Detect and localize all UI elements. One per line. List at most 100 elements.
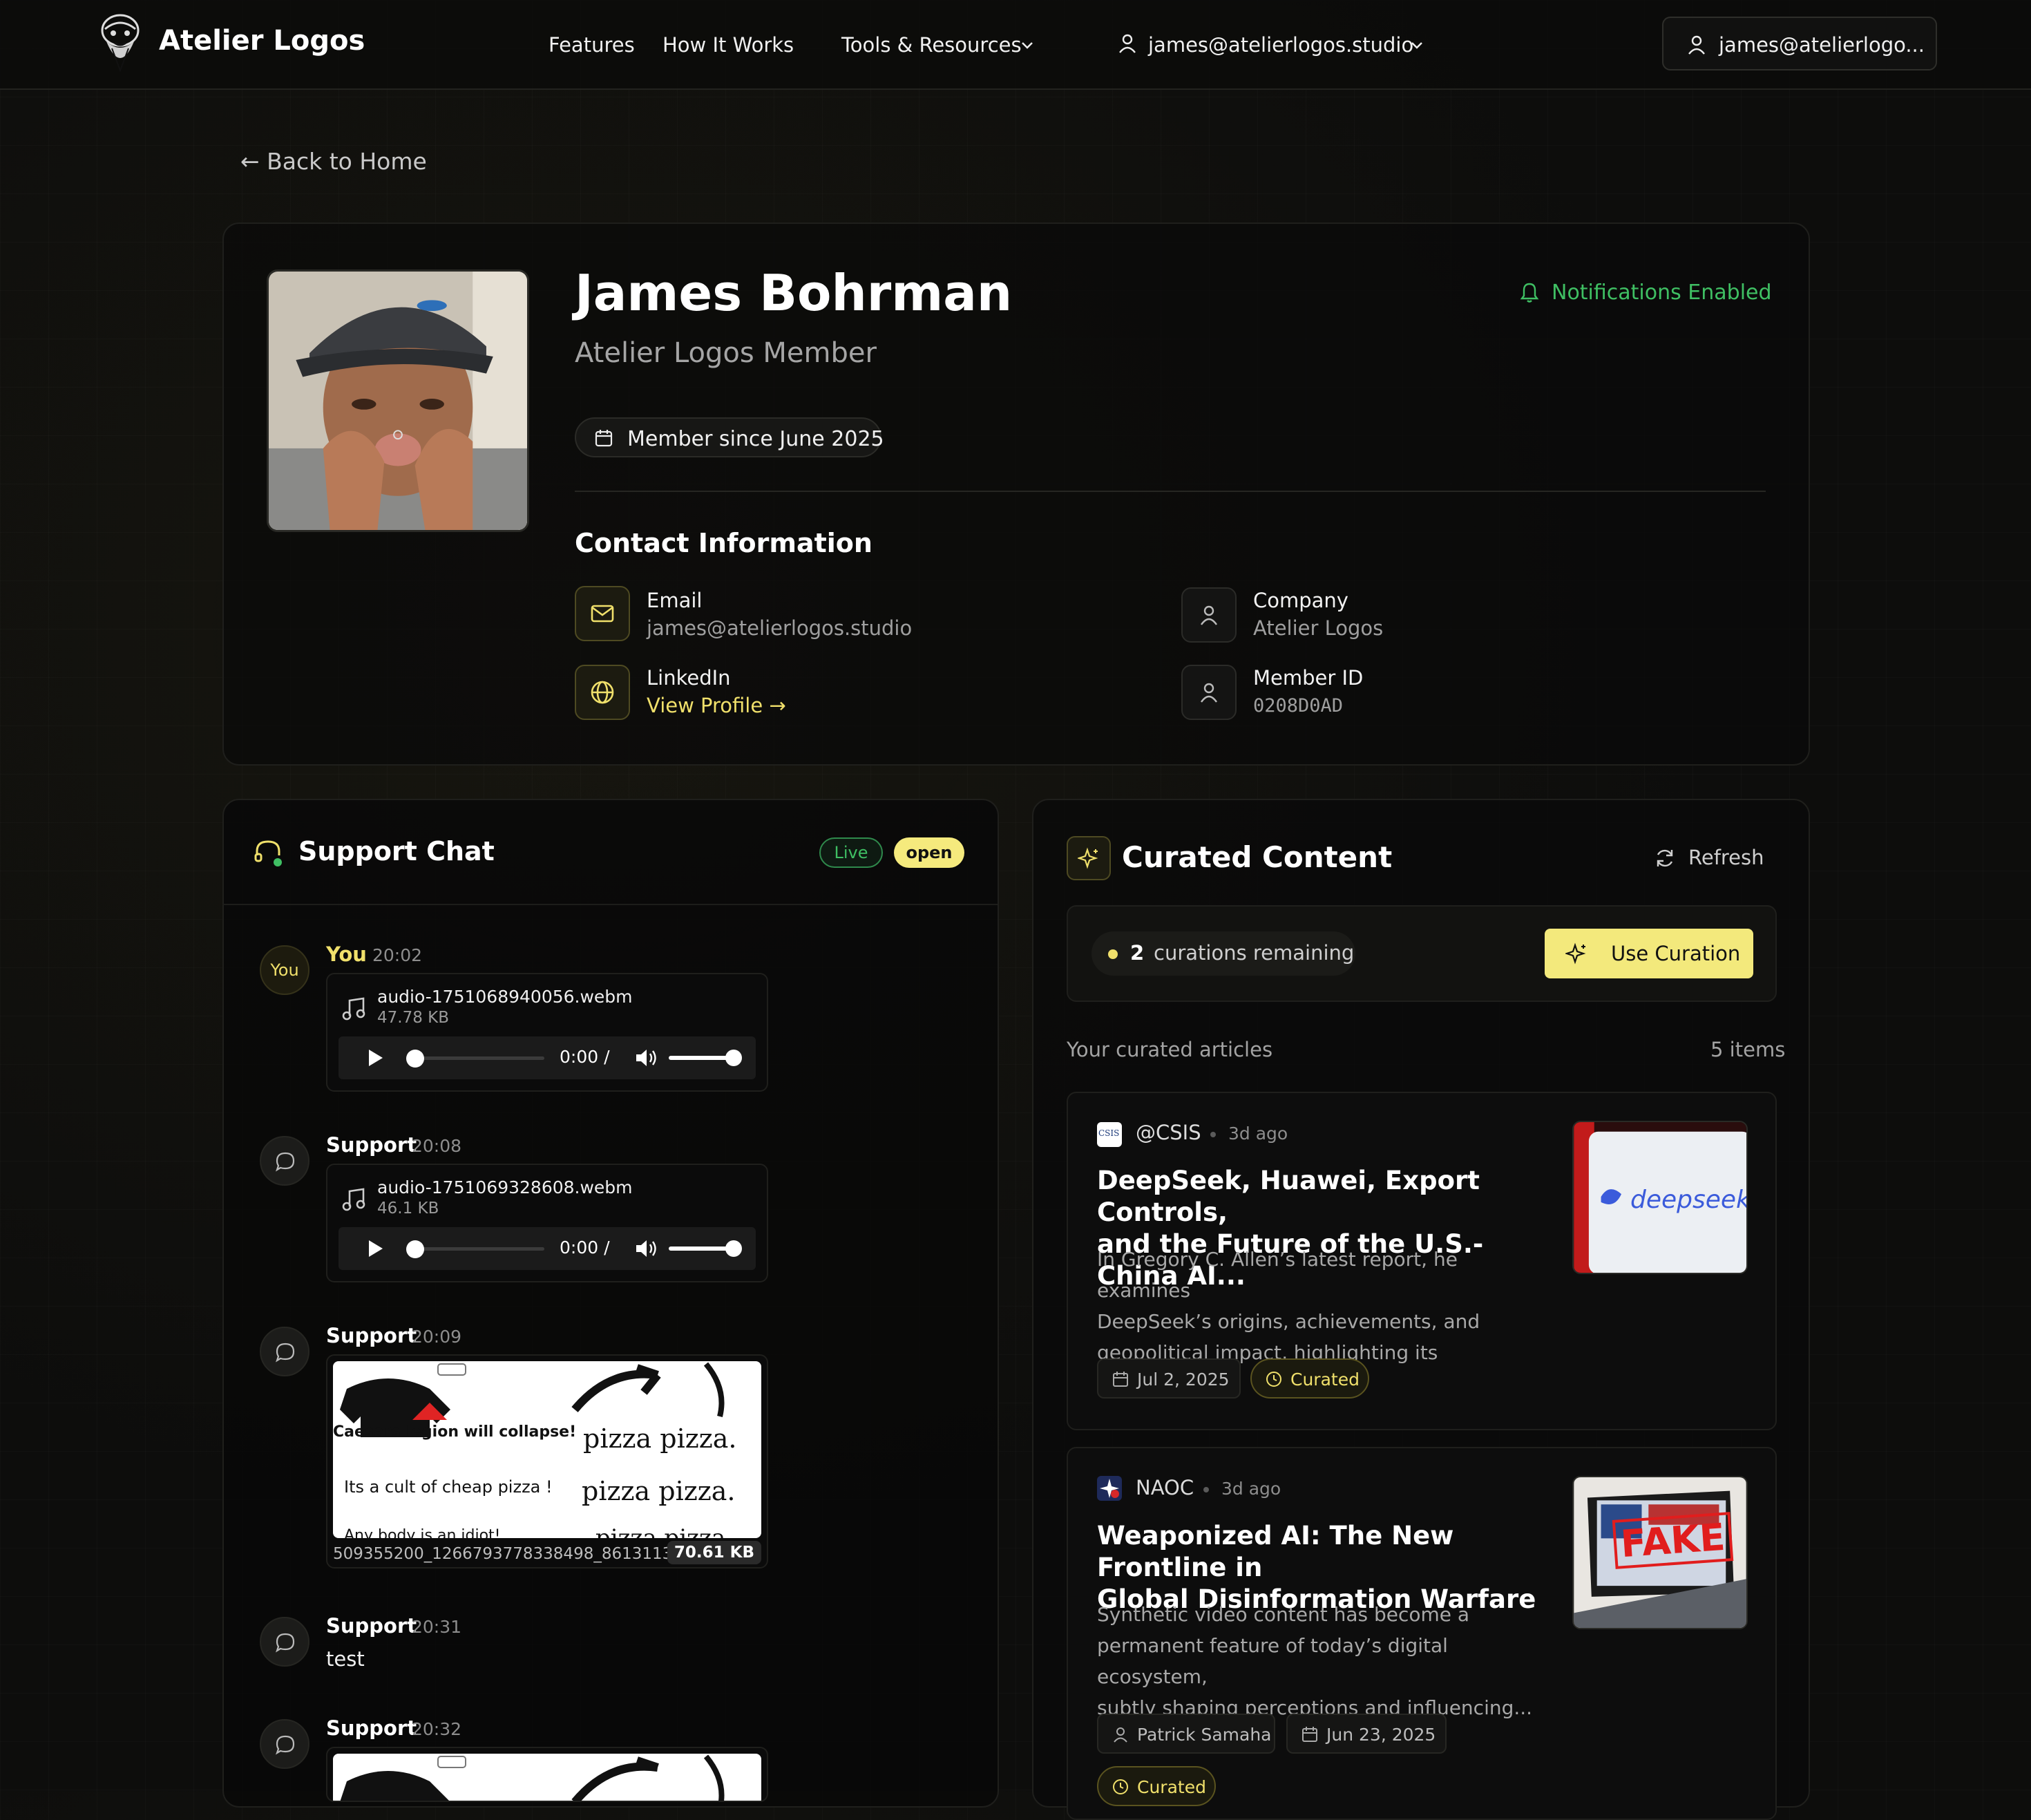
date-chip: Jul 2, 2025 (1097, 1358, 1241, 1399)
message-text: test (326, 1647, 365, 1671)
seek-bar[interactable] (414, 1247, 544, 1251)
nav-link-tools-resources[interactable]: Tools & Resources (841, 33, 1022, 57)
meme-text: pizza pizza (595, 1524, 726, 1538)
article-author: Patrick Samaha (1137, 1725, 1272, 1745)
play-icon[interactable] (365, 1048, 385, 1068)
meme-image[interactable]: Caesars legion will collapse! Its a cult… (333, 1361, 761, 1538)
live-badge: Live (819, 837, 883, 868)
meme-text: pizza pizza. (583, 1423, 737, 1454)
separator-dot (1210, 1132, 1216, 1137)
player-time: 0:00 / (560, 1238, 610, 1258)
calendar-icon (1302, 1727, 1317, 1742)
use-curation-button[interactable]: Use Curation (1545, 929, 1753, 978)
message-time: 20:02 (372, 945, 423, 965)
article-thumbnail[interactable]: FAKE (1572, 1476, 1748, 1629)
refresh-icon[interactable] (1654, 847, 1676, 869)
volume-handle[interactable] (725, 1050, 742, 1066)
mail-icon (591, 605, 614, 623)
article-card[interactable]: CSIS @CSIS 3d ago DeepSeek, Huawei, Expo… (1067, 1092, 1777, 1430)
linkedin-icon-box (575, 665, 630, 720)
globe-icon (591, 681, 614, 704)
meme-text: Any body is an idiot! (344, 1527, 501, 1538)
music-note-icon (342, 1188, 365, 1211)
chevron-down-icon[interactable] (1409, 37, 1424, 53)
article-age: 3d ago (1221, 1479, 1281, 1499)
meme-image[interactable] (333, 1754, 761, 1801)
sparkle-icon (1078, 847, 1098, 869)
chevron-down-icon[interactable] (1020, 37, 1035, 53)
seek-handle[interactable] (406, 1240, 424, 1258)
curated-badge: Curated (1097, 1766, 1216, 1806)
message-time: 20:31 (412, 1617, 462, 1637)
clock-icon (1113, 1779, 1128, 1794)
curations-remaining-count: 2 (1130, 941, 1145, 965)
nav-link-features[interactable]: Features (549, 33, 635, 57)
clock-icon (1266, 1372, 1281, 1387)
audio-attachment: audio-1751069328608.webm 46.1 KB 0:00 / (326, 1164, 768, 1282)
email-value[interactable]: james@atelierlogos.studio (647, 616, 912, 640)
avatar: You (260, 945, 309, 995)
article-source[interactable]: NAOC (1136, 1476, 1194, 1499)
message-sender: Support (326, 1133, 417, 1157)
notifications-status[interactable]: Notifications Enabled (1552, 281, 1772, 305)
audio-attachment: audio-1751068940056.webm 47.78 KB 0:00 / (326, 973, 768, 1092)
member-since-text: Member since June 2025 (627, 427, 884, 451)
email-label: Email (647, 589, 703, 612)
avatar (267, 269, 529, 532)
divider (575, 491, 1766, 492)
account-button-label: james@atelierlogo... (1719, 33, 1925, 57)
message-time: 20:32 (412, 1719, 462, 1739)
items-count: 5 items (1710, 1038, 1786, 1061)
image-attachment[interactable]: Caesars legion will collapse! Its a cult… (326, 1354, 768, 1568)
logo-icon[interactable] (97, 12, 144, 75)
calendar-icon (1113, 1372, 1128, 1387)
play-icon[interactable] (365, 1238, 385, 1259)
calendar-icon (595, 430, 613, 447)
audio-filename: audio-1751069328608.webm (377, 1177, 633, 1197)
linkedin-view-profile-link[interactable]: View Profile → (647, 694, 786, 717)
date-chip: Jun 23, 2025 (1286, 1714, 1447, 1754)
seek-bar[interactable] (414, 1056, 544, 1060)
article-description-line: In Gregory C. Allen’s latest report, he … (1097, 1248, 1458, 1302)
curated-badge-label: Curated (1290, 1369, 1360, 1390)
account-button[interactable]: james@atelierlogo... (1662, 17, 1937, 70)
user-icon (1688, 35, 1705, 55)
user-icon (1201, 683, 1217, 703)
source-logo: CSIS (1097, 1122, 1122, 1147)
volume-slider[interactable] (669, 1246, 734, 1251)
nav-link-how-it-works[interactable]: How It Works (662, 33, 794, 57)
member-id-icon-box (1181, 665, 1237, 720)
sparkle-icon (1565, 942, 1586, 965)
article-description-line: Synthetic video content has become a (1097, 1603, 1470, 1626)
volume-slider[interactable] (669, 1056, 734, 1060)
contact-heading: Contact Information (575, 528, 873, 558)
back-to-home-link[interactable]: ← Back to Home (240, 148, 427, 175)
article-source[interactable]: @CSIS (1136, 1121, 1201, 1144)
volume-icon[interactable] (634, 1238, 659, 1259)
separator-dot (1203, 1487, 1209, 1492)
source-logo-text: CSIS (1098, 1128, 1120, 1138)
divider (222, 904, 998, 905)
avatar (260, 1617, 309, 1667)
message-sender: Support (326, 1614, 417, 1638)
article-card[interactable]: NAOC 3d ago Weaponized AI: The New Front… (1067, 1447, 1777, 1820)
image-filesize: 70.61 KB (667, 1541, 761, 1564)
chat-bubble-icon (276, 1735, 295, 1755)
refresh-button[interactable]: Refresh (1688, 846, 1764, 869)
member-id-value: 0208D0AD (1253, 695, 1344, 717)
company-icon-box (1181, 587, 1237, 643)
volume-handle[interactable] (725, 1240, 742, 1257)
volume-icon[interactable] (634, 1048, 659, 1068)
article-date: Jun 23, 2025 (1326, 1725, 1436, 1745)
article-thumbnail[interactable]: deepseek (1572, 1121, 1748, 1274)
curated-badge-label: Curated (1137, 1777, 1206, 1797)
brand-name[interactable]: Atelier Logos (159, 25, 365, 57)
status-dot (1108, 949, 1118, 959)
chat-bubble-icon (276, 1343, 295, 1363)
message-sender: You (326, 942, 367, 966)
image-attachment[interactable] (326, 1747, 768, 1802)
seek-handle[interactable] (406, 1050, 424, 1068)
article-description-line: DeepSeek’s origins, achievements, and (1097, 1310, 1480, 1333)
email-icon-box (575, 586, 630, 641)
user-menu[interactable]: james@atelierlogos.studio (1148, 33, 1413, 57)
